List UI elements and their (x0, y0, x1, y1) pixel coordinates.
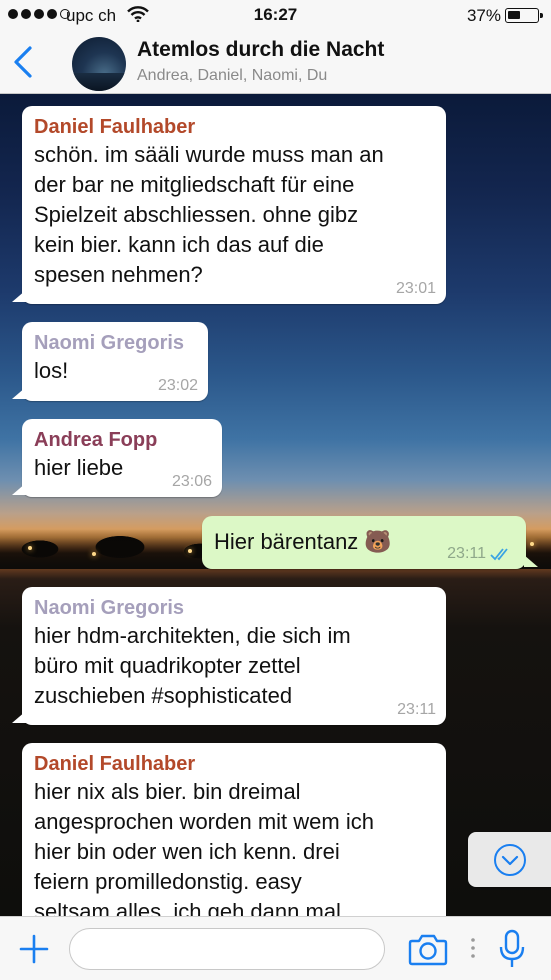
battery-icon (505, 8, 543, 23)
message-time: 23:11 (447, 545, 486, 562)
scroll-to-bottom-button[interactable] (468, 832, 551, 887)
message-text: schön. im sääli wurde muss man an der ba… (34, 142, 384, 287)
message-time: 23:01 (395, 280, 436, 297)
camera-icon[interactable] (408, 932, 448, 966)
group-members[interactable]: Andrea, Daniel, Naomi, Du (137, 67, 327, 85)
chevron-down-icon (494, 844, 526, 876)
message-time: 23:02 (157, 377, 198, 394)
plus-icon[interactable] (18, 933, 50, 965)
sender-name: Naomi Gregoris (34, 597, 185, 619)
status-bar: upc ch 16:27 37% (0, 0, 551, 30)
sender-name: Daniel Faulhaber (34, 116, 196, 138)
input-bar (0, 916, 551, 980)
message-bubble[interactable]: Daniel Faulhaber schön. im sääli wurde m… (12, 106, 446, 304)
message-text: hier hdm-architekten, die sich im büro m… (34, 623, 351, 708)
sender-name: Naomi Gregoris (34, 332, 185, 354)
message-bubble[interactable]: Andrea Fopp hier liebe 23:06 (12, 419, 222, 497)
message-time: 23:11 (397, 701, 436, 718)
message-time: 23:06 (171, 473, 212, 490)
group-title[interactable]: Atemlos durch die Nacht (137, 38, 384, 62)
message-bubble-outgoing[interactable]: Hier bärentanz 🐻 23:11 (202, 516, 538, 569)
chat-header: Atemlos durch die Nacht Andrea, Daniel, … (0, 30, 551, 94)
back-button[interactable] (8, 42, 38, 82)
more-icon[interactable] (470, 937, 476, 959)
message-bubble[interactable]: Daniel Faulhaber hier nix als bier. bin … (22, 743, 446, 933)
group-avatar[interactable] (72, 37, 126, 91)
microphone-icon[interactable] (498, 929, 526, 969)
sender-name: Andrea Fopp (34, 429, 158, 451)
battery-percentage: 37% (466, 6, 501, 25)
read-receipt-icon (490, 548, 508, 561)
message-bubble[interactable]: Naomi Gregoris hier hdm-architekten, die… (12, 587, 446, 725)
sender-name: Daniel Faulhaber (34, 753, 196, 775)
message-text: hier nix als bier. bin dreimal angesproc… (34, 779, 374, 924)
message-input[interactable] (69, 928, 385, 970)
message-bubble[interactable]: Naomi Gregoris los! 23:02 (12, 322, 208, 401)
